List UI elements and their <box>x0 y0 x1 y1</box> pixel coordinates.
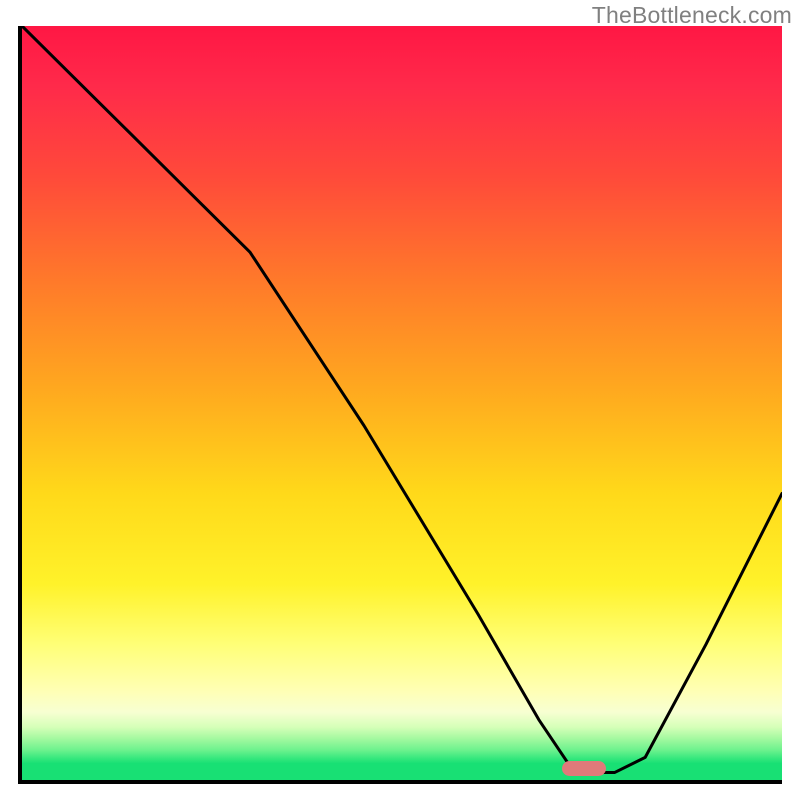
bottleneck-curve <box>22 26 782 780</box>
optimal-marker <box>562 761 606 776</box>
plot-area <box>18 26 782 784</box>
watermark-text: TheBottleneck.com <box>592 2 792 29</box>
chart-canvas: TheBottleneck.com <box>0 0 800 800</box>
